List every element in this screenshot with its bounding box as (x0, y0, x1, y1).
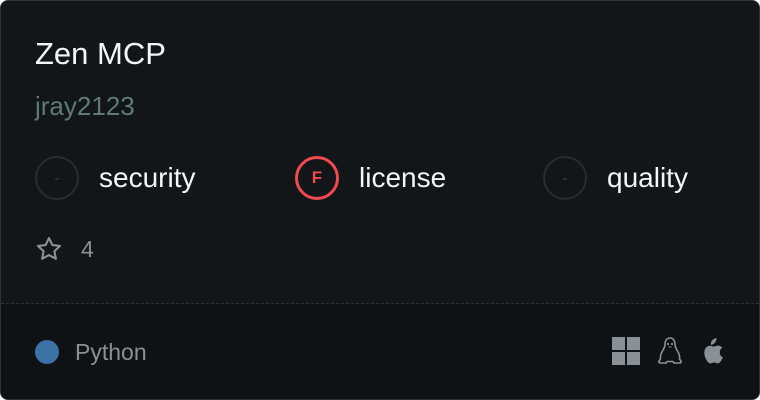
card-footer: Python (1, 304, 759, 399)
score-quality[interactable]: - quality (543, 154, 688, 202)
score-security[interactable]: - security (35, 154, 195, 202)
score-security-label: security (99, 162, 196, 193)
windows-icon (611, 336, 641, 366)
score-security-grade: - (35, 156, 79, 200)
score-quality-label: quality (607, 162, 688, 193)
star-count: 4 (35, 233, 94, 265)
platform-list (595, 335, 725, 367)
score-license-label: license (359, 162, 447, 193)
language-name: Python (75, 338, 147, 365)
linux-icon (657, 336, 683, 366)
server-author[interactable]: jray2123 (35, 89, 135, 123)
apple-icon (699, 336, 725, 366)
star-count-value: 4 (81, 235, 94, 262)
card-body: Zen MCP jray2123 - security F license - … (1, 1, 759, 303)
language-color-dot (35, 340, 59, 364)
star-outline-icon (35, 235, 63, 263)
score-license-grade: F (295, 156, 339, 200)
server-card[interactable]: Zen MCP jray2123 - security F license - … (0, 0, 760, 400)
language: Python (35, 338, 147, 366)
score-quality-grade: - (543, 156, 587, 200)
score-license[interactable]: F license (295, 154, 446, 202)
server-title[interactable]: Zen MCP (35, 35, 166, 73)
